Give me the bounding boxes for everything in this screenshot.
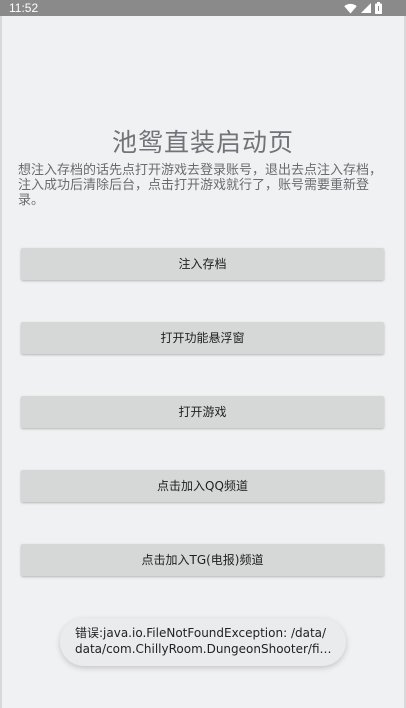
status-time: 11:52 [9,1,39,15]
signal-icon [361,3,371,13]
error-toast: 错误:java.io.FileNotFoundException: /data/… [60,618,346,666]
battery-icon [375,2,382,14]
toast-line-1: 错误:java.io.FileNotFoundException: /data/ [75,626,327,640]
wifi-icon [344,3,357,14]
join-tg-channel-button[interactable]: 点击加入TG(电报)频道 [21,544,384,576]
frame-border-left [0,16,2,708]
instructions-text: 想注入存档的话先点打开游戏去登录账号，退出去点注入存档，注入成功后清除后台，点击… [18,163,383,208]
page-title: 池鸳直装启动页 [111,128,294,157]
inject-save-button[interactable]: 注入存档 [21,248,384,280]
open-game-button[interactable]: 打开游戏 [21,396,384,428]
status-icons [344,2,382,14]
status-bar: 11:52 [0,0,406,16]
open-floating-window-button[interactable]: 打开功能悬浮窗 [21,322,384,354]
join-qq-channel-button[interactable]: 点击加入QQ频道 [21,470,384,502]
app-screen: 11:52 池鸳直装启动页 想注入存档的话先点打开游戏去登录账号，退出去点注入存… [0,0,406,708]
toast-line-2: data/com.ChillyRoom.DungeonShooter/files… [75,642,332,656]
